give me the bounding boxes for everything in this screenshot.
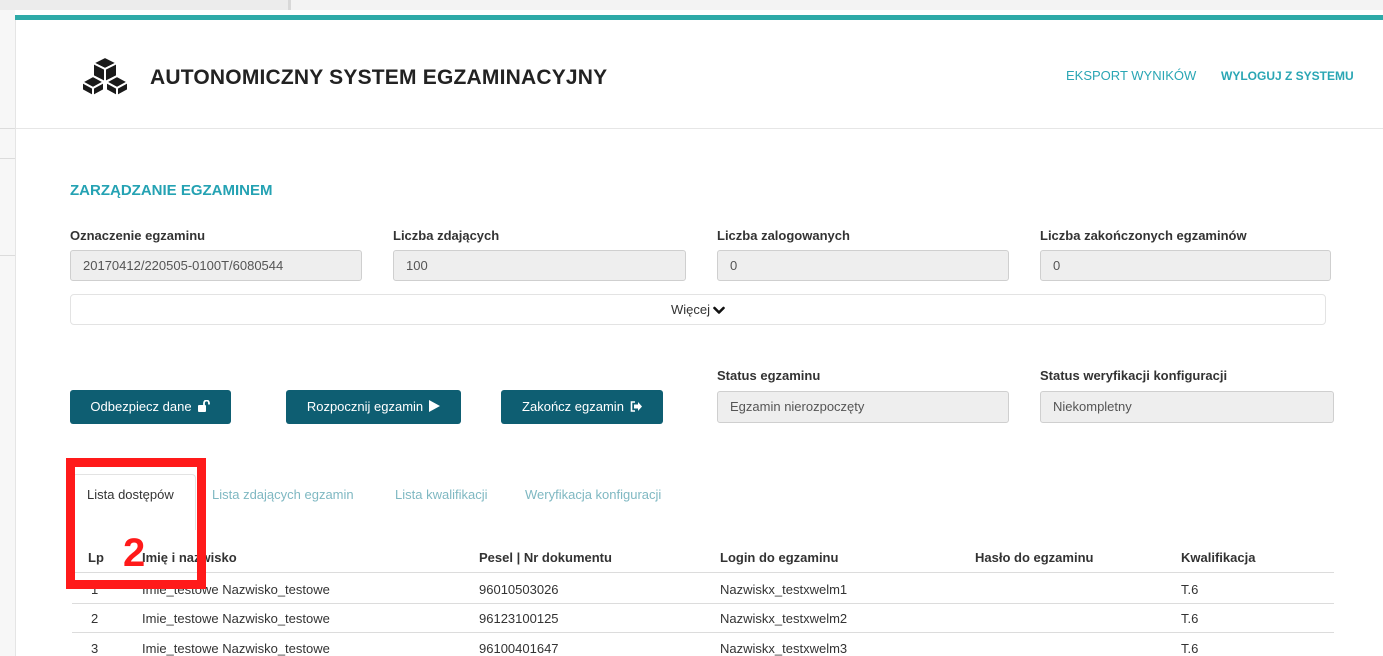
unlock-icon	[197, 391, 211, 425]
section-title: ZARZĄDZANIE EGZAMINEM	[70, 182, 273, 199]
table-cell-name: Imie_testowe Nazwisko_testowe	[142, 641, 330, 656]
app-title: AUTONOMICZNY SYSTEM EGZAMINACYJNY	[150, 66, 608, 89]
column-header-pesel: Pesel | Nr dokumentu	[479, 550, 612, 565]
table-cell-pesel: 96100401647	[479, 641, 559, 656]
participants-field: 100	[393, 250, 686, 281]
table-cell-login: Nazwiskx_testxwelm2	[720, 611, 848, 626]
start-exam-label: Rozpocznij egzamin	[306, 399, 424, 414]
table-cell-pesel: 96123100125	[479, 611, 559, 626]
finish-exam-button[interactable]: Zakończ egzamin	[501, 390, 663, 424]
play-icon	[429, 391, 441, 425]
finished-field: 0	[1040, 250, 1331, 281]
background-panel	[291, 0, 1383, 10]
export-results-link[interactable]: EKSPORT WYNIKÓW	[1066, 68, 1196, 83]
exam-status-field: Egzamin nierozpoczęty	[717, 391, 1009, 423]
finished-label: Liczba zakończonych egzaminów	[1040, 228, 1247, 243]
start-exam-button[interactable]: Rozpocznij egzamin	[286, 390, 461, 424]
logged-in-label: Liczba zalogowanych	[717, 228, 850, 243]
tab-qualifications-list[interactable]: Lista kwalifikacji	[395, 487, 487, 502]
finish-exam-label: Zakończ egzamin	[522, 399, 624, 414]
table-cell-login: Nazwiskx_testxwelm1	[720, 582, 848, 597]
column-header-login: Login do egzaminu	[720, 550, 839, 565]
exam-id-field: 20170412/220505-0100T/6080544	[70, 250, 362, 281]
table-cell-lp: 2	[91, 611, 99, 626]
table-cell-name: Imie_testowe Nazwisko_testowe	[142, 611, 330, 626]
logout-link[interactable]: WYLOGUJ Z SYSTEMU	[1221, 69, 1354, 83]
table-row-divider	[72, 603, 1334, 604]
tab-config-verification[interactable]: Weryfikacja konfiguracji	[525, 487, 661, 502]
unlock-data-label: Odbezpiecz dane	[90, 399, 192, 414]
table-cell-qualification: T.6	[1181, 641, 1199, 656]
config-status-field: Niekompletny	[1040, 391, 1334, 423]
config-status-label: Status weryfikacji konfiguracji	[1040, 368, 1228, 383]
table-cell-login: Nazwiskx_testxwelm3	[720, 641, 848, 656]
column-header-password: Hasło do egzaminu	[975, 550, 1094, 565]
exam-status-label: Status egzaminu	[717, 368, 821, 383]
more-label: Więcej	[670, 302, 710, 317]
participants-label: Liczba zdających	[393, 228, 500, 243]
header-divider	[16, 128, 1383, 129]
table-cell-lp: 3	[91, 641, 99, 656]
logged-in-field: 0	[717, 250, 1009, 281]
sign-out-icon	[630, 391, 642, 425]
background-strip	[0, 10, 15, 656]
exam-id-label: Oznaczenie egzaminu	[70, 228, 206, 243]
table-cell-pesel: 96010503026	[479, 582, 559, 597]
annotation-number: 2	[123, 531, 146, 575]
accent-bar	[15, 15, 1383, 20]
background-panel	[0, 0, 290, 10]
table-cell-qualification: T.6	[1181, 582, 1199, 597]
table-row-divider	[72, 632, 1334, 633]
tab-participants-list[interactable]: Lista zdających egzamin	[212, 487, 354, 502]
background-line	[0, 158, 15, 159]
background-line	[0, 255, 15, 256]
cubes-icon	[80, 55, 130, 97]
more-toggle[interactable]: Więcej	[70, 294, 1326, 325]
table-row-divider	[72, 572, 1334, 573]
column-header-qualification: Kwalifikacja	[1181, 550, 1256, 565]
chevron-down-icon	[713, 306, 725, 314]
unlock-data-button[interactable]: Odbezpiecz dane	[70, 390, 231, 424]
table-cell-qualification: T.6	[1181, 611, 1199, 626]
background-line	[0, 128, 15, 129]
